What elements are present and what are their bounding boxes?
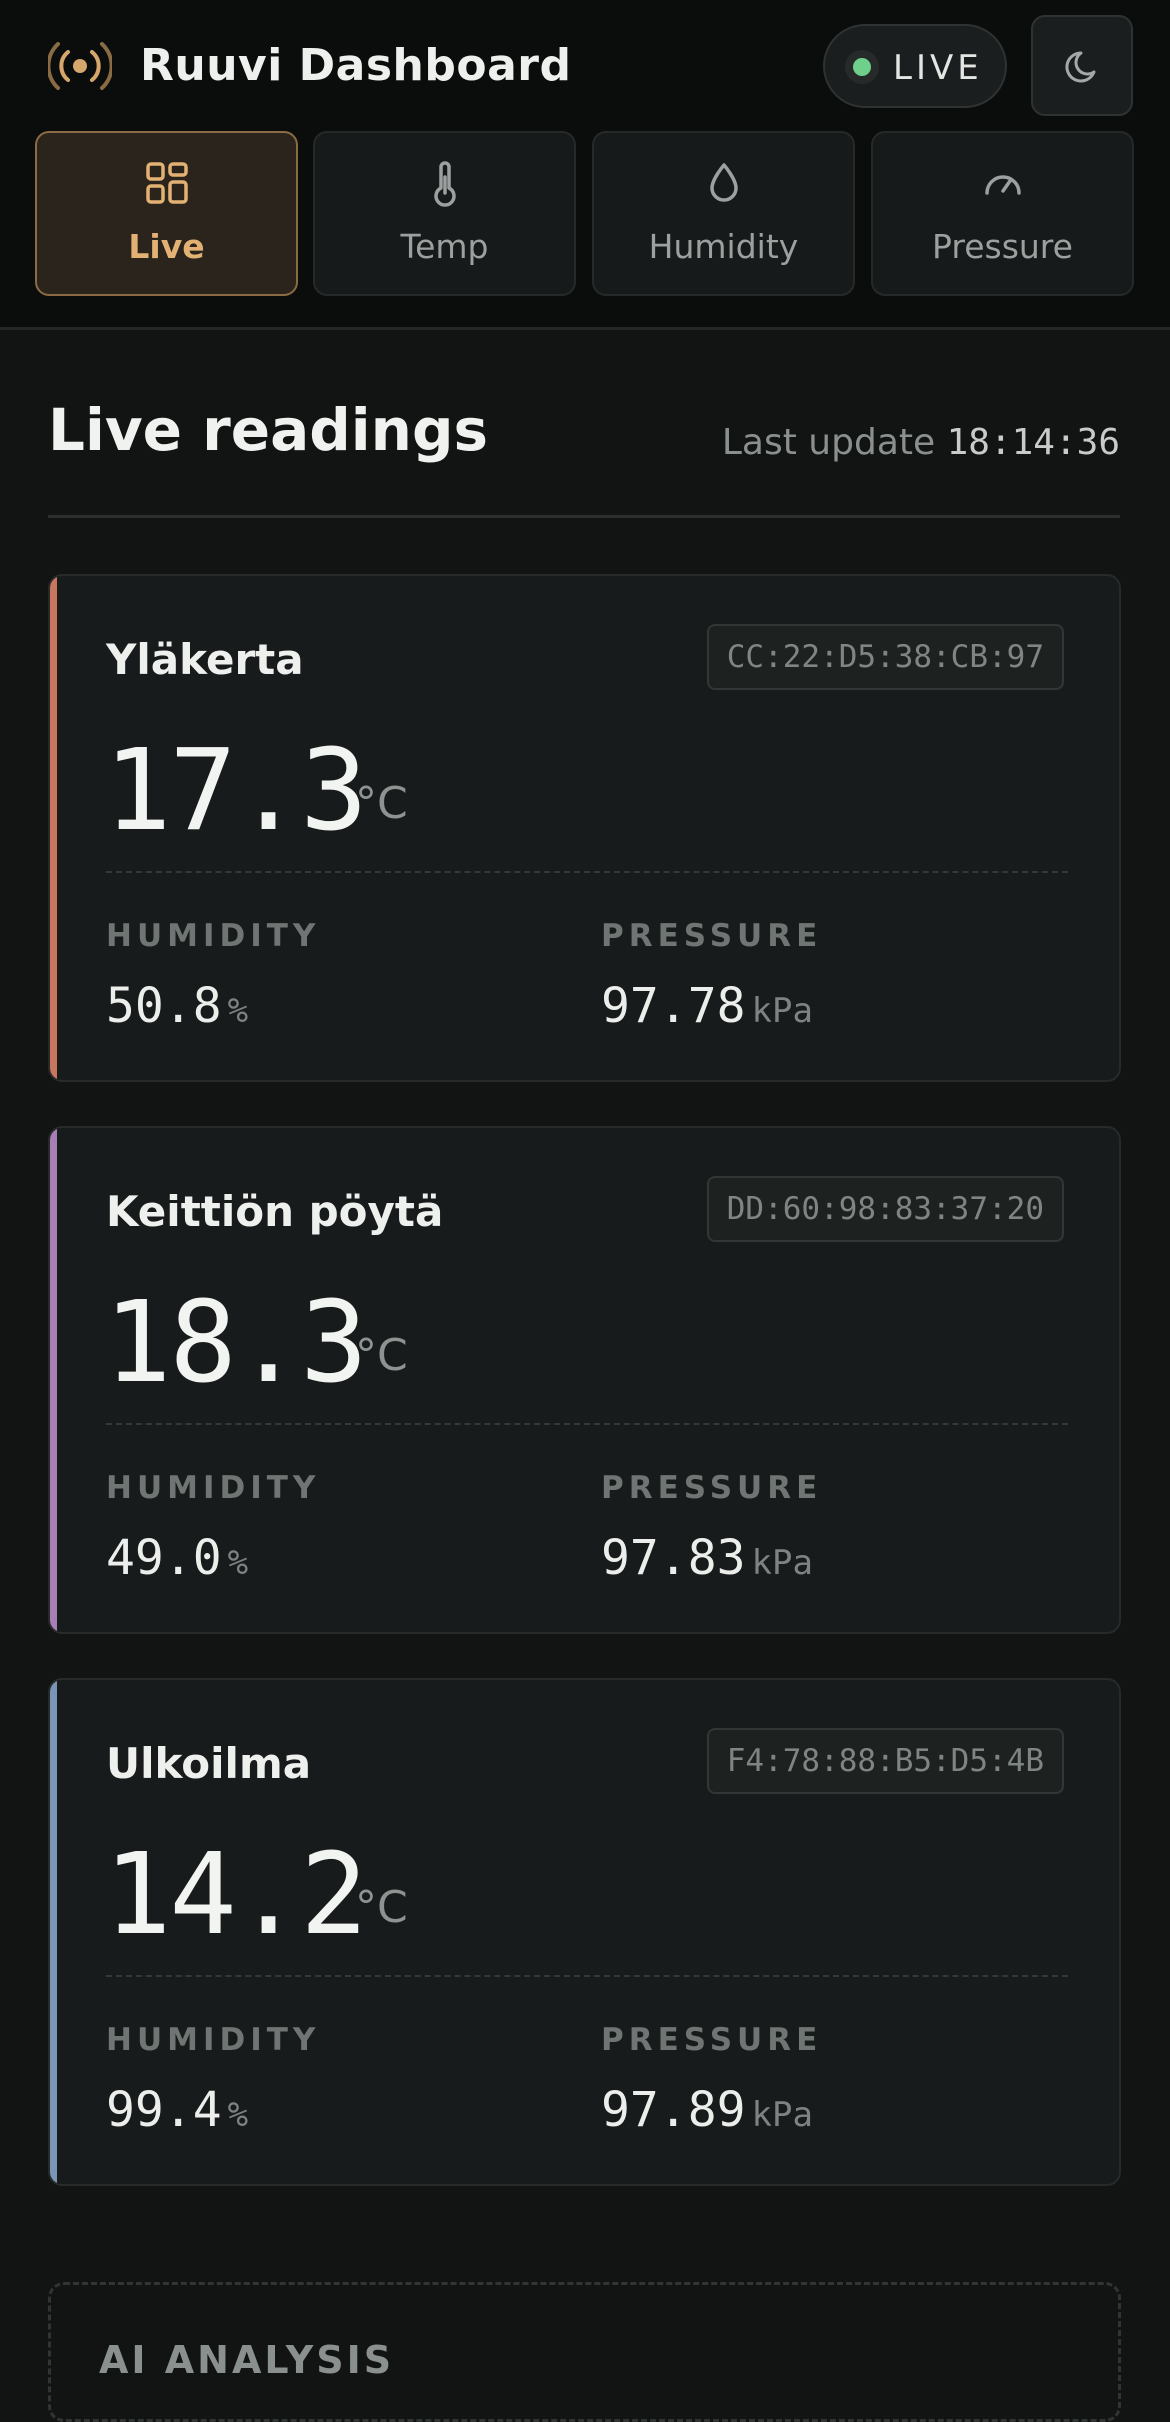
card-divider xyxy=(106,871,1068,873)
sensor-card[interactable]: Ulkoilma F4:78:88:B5:D5:4B 14.2 °C HUMID… xyxy=(48,1678,1121,2186)
tab-temp-label: Temp xyxy=(400,227,489,266)
tab-pressure[interactable]: Pressure xyxy=(871,131,1134,296)
pressure-value: 97.89 xyxy=(601,2082,746,2138)
pressure-label: PRESSURE xyxy=(601,2022,823,2058)
pressure-unit: kPa xyxy=(751,2095,813,2135)
pressure-value: 97.78 xyxy=(601,978,746,1034)
sensor-mac-address: CC:22:D5:38:CB:97 xyxy=(706,624,1064,690)
humidity-unit: % xyxy=(227,1543,249,1583)
view-tabs: Live Temp Humidity Pressure xyxy=(35,131,1135,296)
sensor-temperature: 14.2 xyxy=(104,1830,368,1960)
humidity-value: 99.4 xyxy=(106,2082,222,2138)
tab-humidity[interactable]: Humidity xyxy=(592,131,855,296)
humidity-label: HUMIDITY xyxy=(106,918,321,954)
ai-analysis-label: AI ANALYSIS xyxy=(99,2338,395,2382)
sensor-temperature: 18.3 xyxy=(104,1278,368,1408)
pressure-label: PRESSURE xyxy=(601,1470,823,1506)
tab-humidity-label: Humidity xyxy=(648,227,799,266)
temperature-unit: °C xyxy=(355,1882,408,1933)
card-divider xyxy=(106,1975,1068,1977)
tab-live[interactable]: Live xyxy=(35,131,298,296)
sensor-card[interactable]: Keittiön pöytä DD:60:98:83:37:20 18.3 °C… xyxy=(48,1126,1121,1634)
top-bar: Ruuvi Dashboard LIVE Live Temp Humidity … xyxy=(0,0,1170,330)
pressure-value-group: 97.89 kPa xyxy=(601,2080,813,2145)
sensor-card[interactable]: Yläkerta CC:22:D5:38:CB:97 17.3 °C HUMID… xyxy=(48,574,1121,1082)
tab-temp[interactable]: Temp xyxy=(313,131,576,296)
humidity-label: HUMIDITY xyxy=(106,2022,321,2058)
humidity-label: HUMIDITY xyxy=(106,1470,321,1506)
last-update-label: Last update xyxy=(721,422,936,463)
card-accent-bar xyxy=(50,576,57,1080)
humidity-unit: % xyxy=(227,2095,249,2135)
live-status-badge[interactable]: LIVE xyxy=(823,24,1007,108)
tab-pressure-label: Pressure xyxy=(932,227,1073,266)
humidity-value-group: 49.0% xyxy=(106,1528,248,1593)
humidity-value: 50.8 xyxy=(106,978,222,1034)
pressure-unit: kPa xyxy=(751,1543,813,1583)
humidity-unit: % xyxy=(227,991,249,1031)
sensor-mac-address: F4:78:88:B5:D5:4B xyxy=(706,1728,1064,1794)
pressure-value-group: 97.83 kPa xyxy=(601,1528,813,1593)
pressure-value-group: 97.78 kPa xyxy=(601,976,813,1041)
page-title: Live readings xyxy=(48,396,488,464)
sensor-temperature: 17.3 xyxy=(104,726,368,856)
gauge-icon xyxy=(984,175,1021,195)
sensor-name: Keittiön pöytä xyxy=(106,1187,444,1236)
humidity-value-group: 99.4% xyxy=(106,2080,248,2145)
ai-analysis-panel[interactable]: AI ANALYSIS xyxy=(48,2282,1121,2422)
broadcast-icon xyxy=(46,40,114,92)
theme-toggle-button[interactable] xyxy=(1031,15,1133,116)
section-divider xyxy=(48,515,1120,518)
thermometer-icon xyxy=(433,161,456,207)
last-update-time: 18:14:36 xyxy=(946,422,1120,463)
card-accent-bar xyxy=(50,1680,57,2184)
pressure-label: PRESSURE xyxy=(601,918,823,954)
tab-live-label: Live xyxy=(128,227,205,266)
humidity-value: 49.0 xyxy=(106,1530,222,1586)
sensor-mac-address: DD:60:98:83:37:20 xyxy=(706,1176,1064,1242)
card-divider xyxy=(106,1423,1068,1425)
app-title: Ruuvi Dashboard xyxy=(140,40,572,91)
grid-icon xyxy=(145,162,188,204)
live-status-label: LIVE xyxy=(893,48,983,88)
pressure-unit: kPa xyxy=(751,991,813,1031)
temperature-unit: °C xyxy=(355,778,408,829)
moon-icon xyxy=(1065,51,1096,83)
humidity-value-group: 50.8% xyxy=(106,976,248,1041)
sensor-name: Ulkoilma xyxy=(106,1739,312,1788)
temperature-unit: °C xyxy=(355,1330,408,1381)
live-indicator-dot xyxy=(845,50,879,84)
pressure-value: 97.83 xyxy=(601,1530,746,1586)
card-accent-bar xyxy=(50,1128,57,1632)
droplet-icon xyxy=(709,163,738,202)
last-update: Last update 18:14:36 xyxy=(722,420,1120,466)
sensor-name: Yläkerta xyxy=(106,635,304,684)
